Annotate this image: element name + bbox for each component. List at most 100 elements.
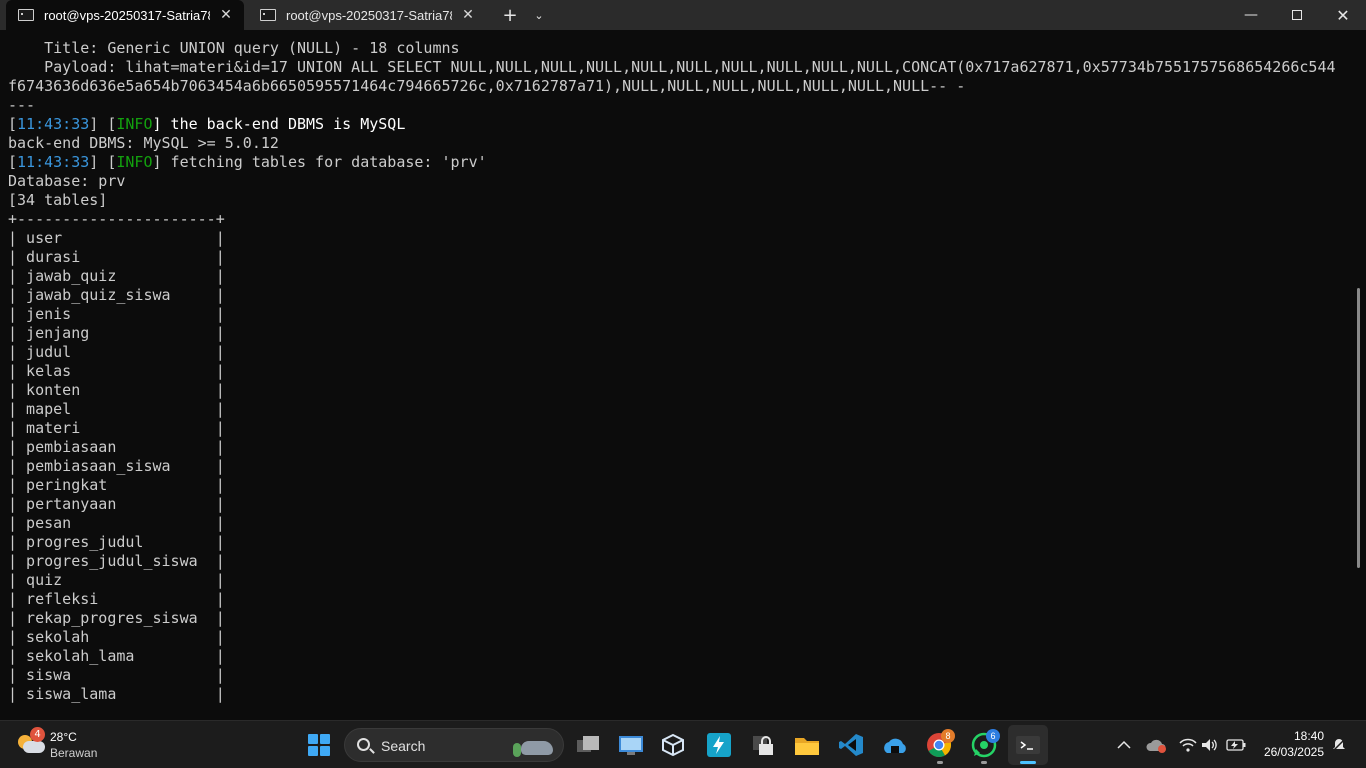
terminal-text: [ (8, 153, 18, 171)
terminal-text: | kelas | (8, 362, 225, 380)
terminal-text: | pertanyaan | (8, 495, 225, 513)
wifi-icon (1179, 738, 1197, 752)
terminal-icon (260, 9, 276, 21)
manatee-icon (513, 737, 553, 757)
terminal-text: back-end DBMS: MySQL >= 5.0.12 (8, 134, 279, 152)
file-explorer-button[interactable] (791, 729, 823, 761)
terminal-text: | materi | (8, 419, 225, 437)
weather-badge: 4 (30, 727, 45, 742)
terminal-text: | peringkat | (8, 476, 225, 494)
chrome-open-indicator (937, 761, 943, 764)
onedrive-tray-button[interactable] (1144, 729, 1170, 761)
terminal-text: | mapel | (8, 400, 225, 418)
terminal-text: | jawab_quiz | (8, 267, 225, 285)
taskbar-search[interactable]: Search (344, 728, 564, 762)
terminal-line: | rekap_progres_siswa | (8, 609, 1348, 628)
terminal-line: | kelas | (8, 362, 1348, 381)
battery-charging-icon (1226, 739, 1246, 751)
terminal-line: | jenjang | (8, 324, 1348, 343)
terminal-line: | pertanyaan | (8, 495, 1348, 514)
tab-inactive[interactable]: root@vps-20250317-Satria782 ✕ (248, 0, 484, 30)
terminal-text: ] fetching tables for database: 'prv' (152, 153, 487, 171)
terminal-text: | rekap_progres_siswa | (8, 609, 225, 627)
terminal-line: | materi | (8, 419, 1348, 438)
terminal-text: | judul | (8, 343, 225, 361)
terminal-text: 11:43:33 (17, 115, 90, 133)
vscode-button[interactable] (835, 729, 867, 761)
cloud-error-icon (1146, 739, 1166, 753)
terminal-text: | sekolah | (8, 628, 225, 646)
terminal-line: | pembiasaan_siswa | (8, 457, 1348, 476)
remote-desktop-button[interactable] (615, 729, 647, 761)
tab-active[interactable]: root@vps-20250317-Satria782 ✕ (6, 0, 244, 30)
weather-widget[interactable]: 4 28°C Berawan (14, 727, 124, 763)
clock-date[interactable]: 26/03/2025 (1252, 745, 1324, 759)
close-window-button[interactable]: ✕ (1320, 0, 1366, 30)
cloud-house-icon (884, 738, 906, 753)
terminal-text: | siswa | (8, 666, 225, 684)
terminal-line: | jawab_quiz_siswa | (8, 286, 1348, 305)
terminal-line: [34 tables] (8, 191, 1348, 210)
terminal-text: | sekolah_lama | (8, 647, 225, 665)
cloud-drive-button[interactable] (879, 729, 911, 761)
running-indicator (1020, 761, 1036, 764)
bolt-app-button[interactable] (703, 729, 735, 761)
terminal-text: | refleksi | (8, 590, 225, 608)
terminal-text: ] the back-end DBMS is MySQL (152, 115, 406, 133)
terminal-text: [ (8, 115, 18, 133)
terminal-line: | refleksi | (8, 590, 1348, 609)
terminal-line: | siswa_lama | (8, 685, 1348, 704)
new-tab-button[interactable]: + (496, 0, 524, 30)
terminal-line: Database: prv (8, 172, 1348, 191)
lock-network-icon (753, 736, 773, 755)
chevron-up-icon (1117, 740, 1131, 749)
terminal-line: | sekolah_lama | (8, 647, 1348, 666)
terminal-line: | durasi | (8, 248, 1348, 267)
terminal-line: | progres_judul | (8, 533, 1348, 552)
terminal-text: | jenjang | (8, 324, 225, 342)
virtualbox-button[interactable] (657, 729, 689, 761)
tab-title: root@vps-20250317-Satria782 (44, 7, 210, 23)
folder-icon (795, 738, 819, 755)
close-tab-icon[interactable]: ✕ (216, 7, 236, 23)
terminal-text: | jawab_quiz_siswa | (8, 286, 225, 304)
wifi-tray-button[interactable] (1176, 729, 1200, 761)
terminal-text: 11:43:33 (17, 153, 90, 171)
start-button[interactable] (303, 729, 335, 761)
terminal-text: Payload: lihat=materi&id=17 UNION ALL SE… (8, 58, 1336, 76)
terminal-line: | sekolah | (8, 628, 1348, 647)
task-view-icon (577, 736, 599, 752)
scrollbar-thumb[interactable] (1357, 288, 1360, 568)
terminal-line: f6743636d636e5a654b7063454a6b66505955714… (8, 77, 1348, 96)
terminal-line: | pesan | (8, 514, 1348, 533)
terminal-line: | jawab_quiz | (8, 267, 1348, 286)
terminal-app[interactable] (1012, 729, 1044, 761)
clock-time[interactable]: 18:40 (1258, 729, 1324, 743)
battery-tray-button[interactable] (1224, 729, 1248, 761)
terminal-output[interactable]: Title: Generic UNION query (NULL) - 18 c… (0, 30, 1366, 720)
notifications-button[interactable] (1328, 729, 1350, 761)
taskbar: 4 28°C Berawan Search 8 6 18:40 26/03/20… (0, 720, 1366, 768)
tab-title: root@vps-20250317-Satria782 (286, 7, 452, 23)
minimize-button[interactable]: — (1228, 0, 1274, 30)
terminal-text: [34 tables] (8, 191, 108, 209)
terminal-line: | konten | (8, 381, 1348, 400)
terminal-line: | siswa | (8, 666, 1348, 685)
task-view-button[interactable] (572, 729, 604, 761)
terminal-line: [11:43:33] [INFO] fetching tables for da… (8, 153, 1348, 172)
title-bar: root@vps-20250317-Satria782 ✕ root@vps-2… (0, 0, 1366, 30)
volume-tray-button[interactable] (1199, 729, 1221, 761)
show-hidden-icons-button[interactable] (1112, 729, 1136, 761)
tab-dropdown-button[interactable]: ⌄ (526, 0, 552, 30)
maximize-button[interactable] (1274, 0, 1320, 30)
terminal-text: f6743636d636e5a654b7063454a6b66505955714… (8, 77, 966, 95)
terminal-text: | progres_judul_siswa | (8, 552, 225, 570)
terminal-text: | progres_judul | (8, 533, 225, 551)
close-tab-icon[interactable]: ✕ (458, 7, 478, 23)
vpn-app-button[interactable] (747, 729, 779, 761)
terminal-icon (1016, 736, 1040, 754)
whatsapp-badge: 6 (986, 729, 1000, 743)
terminal-line: [11:43:33] [INFO] the back-end DBMS is M… (8, 115, 1348, 134)
vscode-icon (839, 734, 863, 756)
search-label: Search (381, 738, 426, 754)
